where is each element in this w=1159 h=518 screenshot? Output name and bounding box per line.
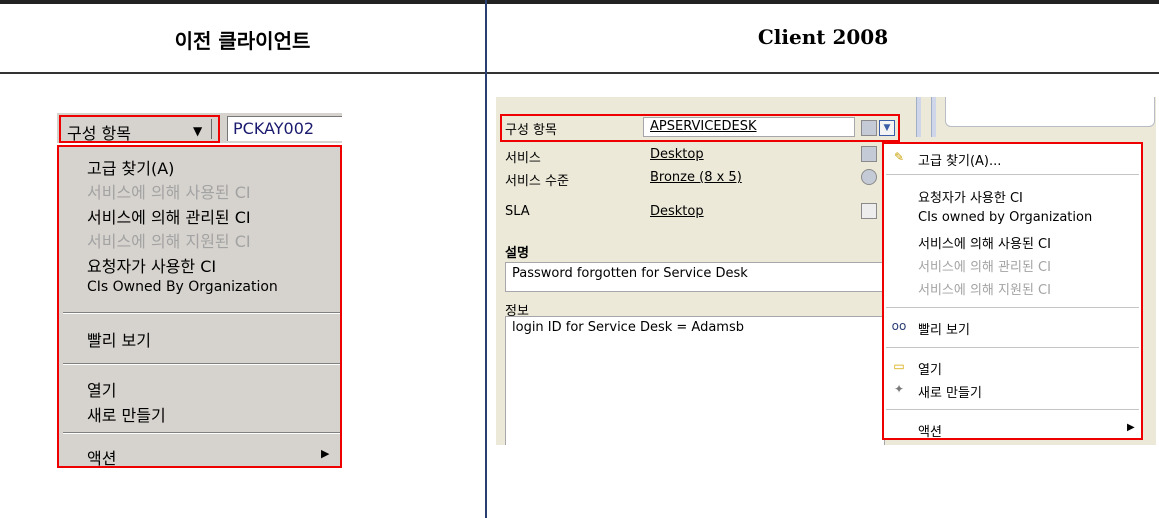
menu-divider [886,347,1139,348]
header-separator [0,72,1159,74]
ci-field-highlight [500,114,900,142]
legacy-context-menu: 고급 찾기(A) 서비스에 의해 사용된 CI 서비스에 의해 관리된 CI 서… [57,145,342,468]
submenu-arrow-icon: ▶ [321,447,330,460]
combo-separator [211,119,212,139]
menu-open[interactable]: 열기 [918,359,942,378]
menu-owned-by-org[interactable]: CIs owned by Organization [918,210,1092,225]
info-value: login ID for Service Desk = Adamsb [512,320,745,335]
sla-lookup-icon[interactable] [861,203,877,219]
legacy-menu-used-by-service: 서비스에 의해 사용된 CI [87,183,251,202]
header-top-rule [0,0,1159,4]
legacy-ci-combo[interactable]: 구성 항목 ▼ [59,115,220,143]
service-value-link[interactable]: Desktop [650,147,704,162]
glasses-icon: oo [891,319,907,333]
legacy-ci-value: PCKAY002 [233,119,315,138]
new-item-icon: ✦ [893,382,905,396]
legacy-ci-combo-label: 구성 항목 [67,124,131,143]
legacy-menu-used-by-requester[interactable]: 요청자가 사용한 CI [87,253,216,277]
legacy-menu-supported-by-service: 서비스에 의해 지원된 CI [87,232,251,251]
column-divider [485,0,487,518]
menu-divider [63,312,340,314]
adjacent-panel-outline [945,97,1155,127]
legacy-menu-new[interactable]: 새로 만들기 [87,402,166,426]
service-level-link[interactable]: Bronze (8 x 5) [650,170,742,185]
service-lookup-icon[interactable] [861,146,877,162]
client2008-column-title: Client 2008 [757,25,889,49]
description-field[interactable]: Password forgotten for Service Desk [505,262,885,292]
menu-quick-view[interactable]: 빨리 보기 [918,319,970,338]
legacy-menu-actions[interactable]: 액션 [87,445,116,469]
menu-divider [886,174,1139,175]
legacy-menu-managed-by-service[interactable]: 서비스에 의해 관리된 CI [87,204,251,228]
magnifier-icon: ✎ [893,150,905,164]
menu-used-by-service[interactable]: 서비스에 의해 사용된 CI [918,233,1051,252]
menu-managed-by-service: 서비스에 의해 관리된 CI [918,260,1051,275]
legacy-menu-quick-view[interactable]: 빨리 보기 [87,327,151,351]
menu-new[interactable]: 새로 만들기 [918,382,982,401]
description-value: Password forgotten for Service Desk [512,266,748,281]
legacy-column-title: 이전 클라이언트 [174,29,311,53]
service-label: 서비스 [505,151,541,166]
menu-divider [63,363,340,365]
client2008-context-menu: ✎ 고급 찾기(A)... 요청자가 사용한 CI CIs owned by O… [882,142,1143,440]
sla-label: SLA [505,204,530,219]
menu-actions[interactable]: 액션 [918,421,942,440]
submenu-arrow-icon: ▶ [1127,422,1135,433]
menu-used-by-requester[interactable]: 요청자가 사용한 CI [918,187,1023,206]
dropdown-arrow-icon[interactable]: ▼ [193,124,202,138]
legacy-menu-owned-by-org[interactable]: CIs Owned By Organization [87,279,278,295]
service-level-label: 서비스 수준 [505,174,569,189]
menu-advanced-find[interactable]: 고급 찾기(A)... [918,150,1001,169]
menu-divider [63,432,340,434]
panel-splitter[interactable] [931,97,936,137]
sla-value-link[interactable]: Desktop [650,204,704,219]
description-label: 설명 [505,246,529,261]
legacy-menu-advanced-find[interactable]: 고급 찾기(A) [87,155,174,179]
panel-splitter[interactable] [916,97,921,137]
info-field[interactable]: login ID for Service Desk = Adamsb [505,316,885,445]
level-lookup-icon[interactable] [861,169,877,185]
folder-icon: ▭ [893,359,905,373]
legacy-ci-value-field[interactable]: PCKAY002 [227,116,342,141]
menu-supported-by-service: 서비스에 의해 지원된 CI [918,283,1051,298]
menu-divider [886,307,1139,308]
menu-divider [886,409,1139,410]
legacy-menu-open[interactable]: 열기 [87,377,116,401]
